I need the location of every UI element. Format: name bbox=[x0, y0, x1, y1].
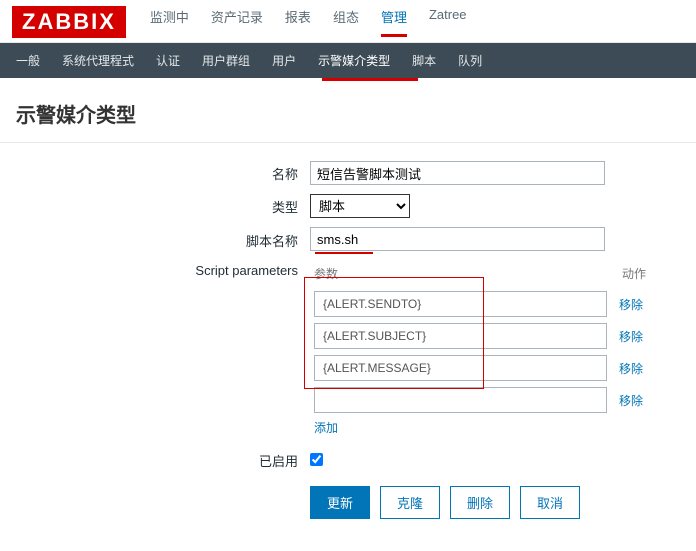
sub-nav-proxies[interactable]: 系统代理程式 bbox=[62, 52, 134, 69]
top-nav-inventory[interactable]: 资产记录 bbox=[211, 7, 263, 37]
type-select[interactable]: 脚本 bbox=[310, 194, 410, 218]
script-name-label: 脚本名称 bbox=[0, 231, 310, 250]
remove-link-0[interactable]: 移除 bbox=[619, 296, 643, 313]
param-input-blank[interactable] bbox=[314, 387, 607, 413]
name-input[interactable] bbox=[310, 161, 605, 185]
sub-nav-underline bbox=[0, 78, 696, 81]
top-nav-config[interactable]: 组态 bbox=[333, 7, 359, 37]
header: ZABBIX 监测中 资产记录 报表 组态 管理 Zatree bbox=[0, 0, 696, 43]
remove-link-1[interactable]: 移除 bbox=[619, 328, 643, 345]
param-input-2[interactable] bbox=[314, 355, 607, 381]
form-area: 名称 类型 脚本 脚本名称 Script parameters 参数 动作 bbox=[0, 142, 696, 551]
top-nav-zatree[interactable]: Zatree bbox=[429, 7, 467, 37]
enabled-checkbox[interactable] bbox=[310, 453, 323, 466]
sub-nav: 一般 系统代理程式 认证 用户群组 用户 示警媒介类型 脚本 队列 bbox=[0, 43, 696, 78]
sub-nav-scripts[interactable]: 脚本 bbox=[412, 52, 436, 69]
logo[interactable]: ZABBIX bbox=[12, 6, 126, 38]
script-name-input[interactable] bbox=[310, 227, 605, 251]
sub-nav-users[interactable]: 用户 bbox=[272, 52, 296, 69]
type-label: 类型 bbox=[0, 197, 310, 216]
top-nav-reports[interactable]: 报表 bbox=[285, 7, 311, 37]
button-row: 更新 克隆 删除 取消 bbox=[310, 486, 696, 519]
params-table: 参数 动作 移除 移除 移除 移除 bbox=[310, 263, 650, 439]
remove-link-blank[interactable]: 移除 bbox=[619, 392, 643, 409]
add-link[interactable]: 添加 bbox=[314, 419, 338, 436]
param-row: 移除 bbox=[310, 384, 650, 416]
top-nav-monitor[interactable]: 监测中 bbox=[150, 7, 189, 37]
params-header-action: 动作 bbox=[622, 265, 646, 282]
param-input-1[interactable] bbox=[314, 323, 607, 349]
sub-nav-general[interactable]: 一般 bbox=[16, 52, 40, 69]
script-name-highlight bbox=[315, 252, 373, 254]
sub-nav-auth[interactable]: 认证 bbox=[156, 52, 180, 69]
cancel-button[interactable]: 取消 bbox=[520, 486, 580, 519]
top-nav-admin[interactable]: 管理 bbox=[381, 7, 407, 37]
params-label: Script parameters bbox=[0, 263, 310, 278]
param-row: 移除 bbox=[310, 288, 650, 320]
page-title: 示警媒介类型 bbox=[0, 81, 696, 142]
enabled-label: 已启用 bbox=[0, 451, 310, 470]
params-header-param: 参数 bbox=[314, 265, 338, 282]
sub-nav-mediatypes[interactable]: 示警媒介类型 bbox=[318, 52, 390, 69]
name-label: 名称 bbox=[0, 164, 310, 183]
remove-link-2[interactable]: 移除 bbox=[619, 360, 643, 377]
top-nav: 监测中 资产记录 报表 组态 管理 Zatree bbox=[150, 7, 467, 37]
param-row: 移除 bbox=[310, 352, 650, 384]
sub-nav-usergroups[interactable]: 用户群组 bbox=[202, 52, 250, 69]
sub-nav-queue[interactable]: 队列 bbox=[458, 52, 482, 69]
param-row: 移除 bbox=[310, 320, 650, 352]
delete-button[interactable]: 删除 bbox=[450, 486, 510, 519]
clone-button[interactable]: 克隆 bbox=[380, 486, 440, 519]
param-input-0[interactable] bbox=[314, 291, 607, 317]
update-button[interactable]: 更新 bbox=[310, 486, 370, 519]
